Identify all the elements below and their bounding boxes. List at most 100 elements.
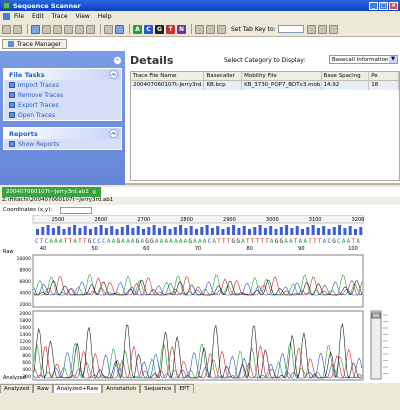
base-call: A [203, 238, 207, 245]
base-call: C [327, 238, 331, 245]
base-call: G [275, 238, 279, 245]
open-icon[interactable] [31, 24, 40, 34]
table-cell: 18 [369, 81, 399, 90]
menu-help[interactable]: Help [98, 13, 112, 20]
export-icon [9, 102, 15, 108]
menu-view[interactable]: View [76, 13, 90, 20]
quality-bar [327, 229, 331, 235]
zoom-fit-icon[interactable] [328, 24, 338, 34]
open-traces-label: Open Traces [18, 111, 55, 119]
cut-icon[interactable] [42, 24, 51, 34]
close-button[interactable]: × [389, 1, 398, 10]
redo-icon[interactable] [86, 24, 95, 34]
base-a-button[interactable]: A [133, 24, 142, 34]
tab-trace-file[interactable]: 200407060107t~Jerry3rd.ab1 × [2, 187, 101, 197]
column-header[interactable]: Base Spacing [322, 72, 370, 80]
base-call: T [246, 238, 250, 245]
trace-viewer[interactable]: 2500 2600 2700 2800 2900 3000 3100 3200 C T C A A A T T… [0, 214, 400, 385]
base-call: C [337, 238, 341, 245]
category-label: Select Category to Display: [224, 57, 306, 64]
category-select[interactable]: Basecall Information ▼ [329, 55, 398, 64]
table-cell: 14.92 [322, 81, 370, 90]
base-call: A [212, 238, 216, 245]
show-reports-link[interactable]: Show Reports [4, 139, 121, 149]
base-call: T [294, 238, 298, 245]
import-traces-link[interactable]: Import Traces [4, 80, 121, 90]
column-header[interactable]: Mobility File [242, 72, 322, 80]
collapse-all-icon[interactable]: « [113, 55, 122, 65]
nav-forward-icon[interactable] [13, 24, 22, 34]
quality-bar [163, 226, 167, 235]
base-call: T [351, 238, 355, 245]
base-call: C [35, 238, 39, 245]
collapse-file-tasks-icon[interactable]: ︽ [109, 70, 118, 79]
maximize-button[interactable]: □ [379, 1, 388, 10]
minimize-button[interactable]: _ [369, 1, 378, 10]
position-tick-label: 90 [298, 246, 304, 252]
quality-bar [184, 228, 188, 235]
base-t-button[interactable]: T [166, 24, 175, 34]
tab-trace-manager-label: Trace Manager [17, 40, 62, 48]
tab-raw[interactable]: Raw [33, 384, 53, 393]
import-traces-label: Import Traces [18, 81, 59, 89]
export-traces-link[interactable]: Export Traces [4, 100, 121, 110]
open-traces-link[interactable]: Open Traces [4, 110, 121, 120]
save-icon[interactable] [115, 24, 124, 34]
base-call: T [40, 238, 44, 245]
zoom-out-icon[interactable] [317, 24, 327, 34]
analyzed-tick-label: 1000 [20, 346, 32, 352]
tab-analyzed[interactable]: Analyzed [0, 384, 34, 393]
base-call: A [184, 238, 188, 245]
base-call: A [164, 238, 168, 245]
paste-icon[interactable] [64, 24, 73, 34]
tab-analyzed-raw[interactable]: Analyzed+Raw [52, 384, 103, 393]
tab-ept[interactable]: EPT [175, 384, 194, 393]
reports-title: Reports [9, 129, 38, 138]
remove-traces-link[interactable]: Remove Traces [4, 90, 121, 100]
base-c-button[interactable]: C [144, 24, 153, 34]
base-call: A [284, 238, 288, 245]
menu-edit[interactable]: Edit [32, 13, 44, 20]
category-value: Basecall Information [332, 56, 389, 63]
find-icon[interactable] [104, 24, 113, 34]
color-icon[interactable] [195, 24, 204, 34]
column-header[interactable]: Trace File Name [131, 72, 205, 80]
collapse-reports-icon[interactable]: ︽ [109, 129, 118, 138]
electropherogram[interactable]: 2500 2600 2700 2800 2900 3000 3100 3200C T C A A A T T… [0, 214, 400, 383]
toolbar-separator [27, 24, 28, 34]
quality-bar [301, 229, 304, 235]
menu-trace[interactable]: Trace [52, 13, 68, 20]
table-cell: KB.bcp [204, 81, 243, 90]
base-call: A [126, 238, 130, 245]
tab-trace-manager[interactable]: Trace Manager [2, 39, 68, 49]
base-call: A [347, 238, 351, 245]
delete-base-icon[interactable] [206, 24, 215, 34]
chevron-down-icon[interactable]: ▼ [389, 56, 397, 63]
table-row[interactable]: 200407060107t-Jerry3rd.ab1 KB.bcp KB_373… [131, 81, 399, 90]
quality-bar [295, 226, 299, 235]
base-call: G [232, 238, 236, 245]
base-n-button[interactable]: N [177, 24, 186, 34]
base-call: A [131, 238, 135, 245]
close-tab-icon[interactable]: × [92, 189, 97, 196]
file-path: Z:\Hitachi\200407060107t~Jerry3rd.ab1 [0, 197, 400, 205]
column-header[interactable]: Basecaller [204, 72, 243, 80]
tab-annotation[interactable]: Annotation [102, 384, 141, 393]
base-call: T [64, 238, 68, 245]
base-g-button[interactable]: G [155, 24, 164, 34]
zoom-in-icon[interactable] [306, 24, 316, 34]
quality-bar [115, 229, 119, 235]
quality-bar [285, 225, 289, 235]
base-call: A [241, 238, 245, 245]
column-header[interactable]: Pe [369, 72, 399, 80]
position-tick-label: 100 [348, 246, 358, 252]
copy-icon[interactable] [53, 24, 62, 34]
analyzed-label: Analyzed [3, 375, 26, 381]
tab-key-select[interactable] [277, 25, 304, 33]
undo-icon[interactable] [75, 24, 84, 34]
quality-bar [354, 229, 357, 235]
report-icon [9, 141, 15, 147]
nav-back-icon[interactable] [2, 24, 11, 34]
tab-sequence[interactable]: Sequence [140, 384, 176, 393]
menu-file[interactable]: File [14, 13, 24, 20]
